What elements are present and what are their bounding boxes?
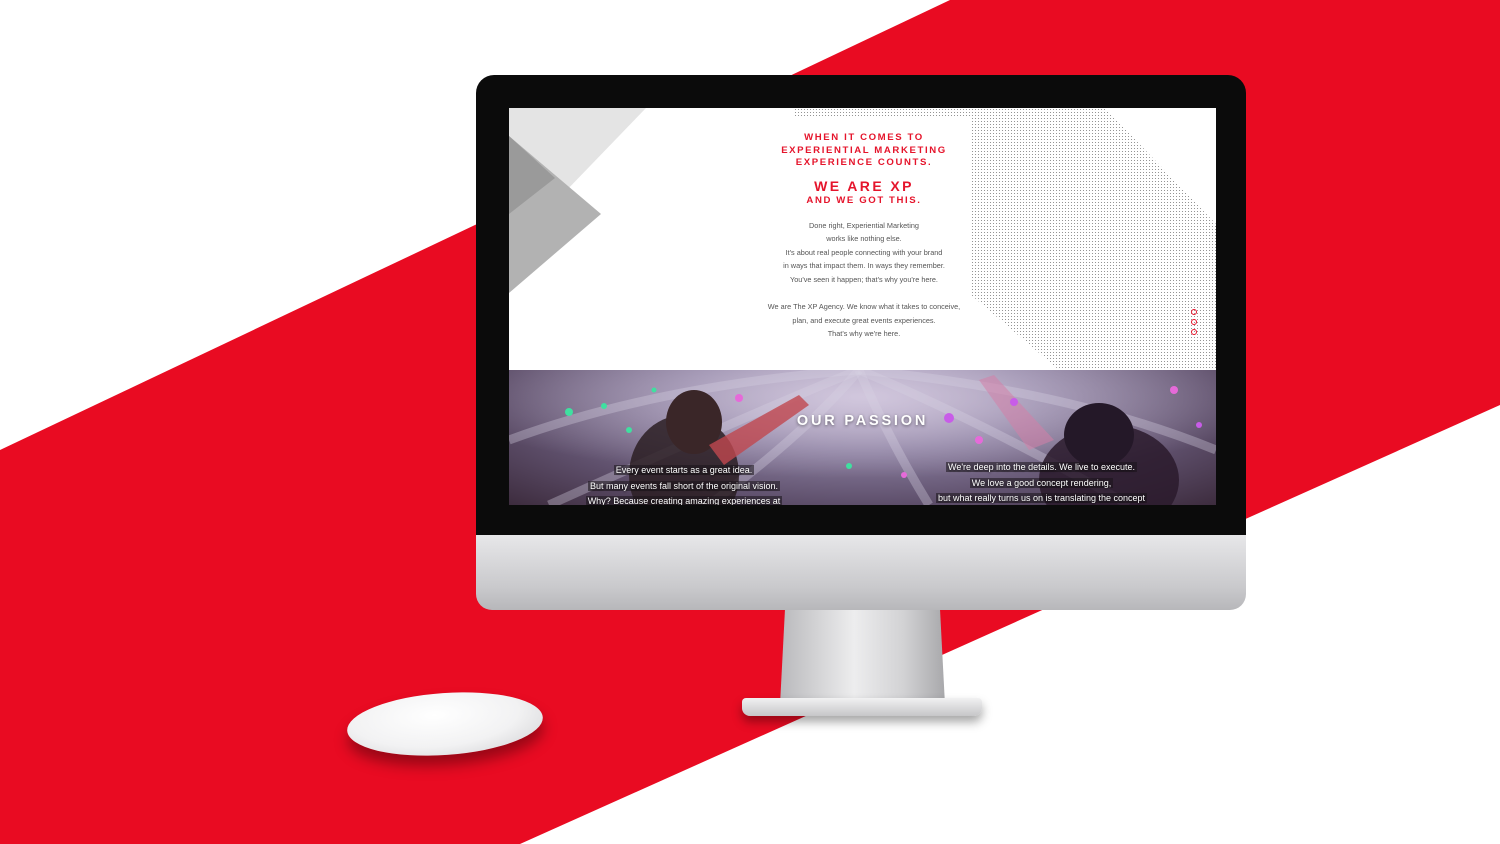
monitor-screen: WHEN IT COMES TO EXPERIENTIAL MARKETING … xyxy=(509,108,1216,505)
caption-line: We're deep into the details. We live to … xyxy=(946,462,1137,472)
caption-line: Why? Because creating amazing experience… xyxy=(585,496,783,505)
caption-line: Every event starts as a great idea. xyxy=(613,465,755,475)
intro-line: EXPERIENTIAL MARKETING xyxy=(781,144,947,156)
intro-line: EXPERIENCE COUNTS. xyxy=(795,157,933,168)
monitor-chin xyxy=(476,535,1246,610)
paragraph-line: It's about real people connecting with y… xyxy=(785,247,943,257)
circle-dot-icon[interactable] xyxy=(1191,309,1197,315)
monitor-stand-neck xyxy=(780,610,945,705)
brand-heading: WE ARE XP xyxy=(814,177,914,194)
circle-dot-icon[interactable] xyxy=(1191,319,1197,325)
intro-heading: WHEN IT COMES TO EXPERIENTIAL MARKETING … xyxy=(756,132,972,170)
caption-line: We love a good concept rendering, xyxy=(969,477,1114,488)
caption-line: But many events fall short of the origin… xyxy=(587,480,781,491)
magenta-light-spot xyxy=(1010,398,1018,406)
passion-right-caption: We're deep into the details. We live to … xyxy=(919,460,1164,505)
caption-line: but what really turns us on is translati… xyxy=(935,493,1148,503)
hero-section: WHEN IT COMES TO EXPERIENTIAL MARKETING … xyxy=(509,108,1216,370)
brand-subheading: AND WE GOT THIS. xyxy=(806,194,922,206)
paragraph-line: plan, and execute great events experienc… xyxy=(792,315,936,325)
magenta-light-spot xyxy=(975,436,983,444)
passion-left-caption: Every event starts as a great idea. But … xyxy=(579,463,789,505)
monitor-stand-base xyxy=(742,698,982,716)
circle-dot-icon[interactable] xyxy=(1191,329,1197,335)
paragraph-line: That's why we're here. xyxy=(827,329,901,338)
paragraph-line: in ways that impact them. In ways they r… xyxy=(783,261,945,270)
paragraph-line: We are The XP Agency. We know what it ta… xyxy=(767,302,961,311)
passion-title: OUR PASSION xyxy=(796,413,929,429)
magenta-light-spot xyxy=(735,394,743,402)
paragraph-line: Done right, Experiential Marketing xyxy=(809,220,919,230)
intro-line: WHEN IT COMES TO xyxy=(804,132,924,143)
green-light-spot xyxy=(651,387,657,393)
paragraph-line: You've seen it happen; that's why you're… xyxy=(790,274,938,284)
hero-text-card: WHEN IT COMES TO EXPERIENTIAL MARKETING … xyxy=(756,117,972,367)
magenta-light-spot xyxy=(1170,386,1178,394)
intro-paragraph: Done right, Experiential Marketing works… xyxy=(756,219,972,341)
paragraph-line: works like nothing else. xyxy=(826,234,902,243)
section-nav-dots xyxy=(1191,309,1197,339)
magenta-light-spot xyxy=(901,472,907,478)
passion-section: OUR PASSION Every event starts as a grea… xyxy=(509,370,1216,505)
green-light-spot xyxy=(846,463,852,469)
green-light-spot xyxy=(601,403,607,409)
